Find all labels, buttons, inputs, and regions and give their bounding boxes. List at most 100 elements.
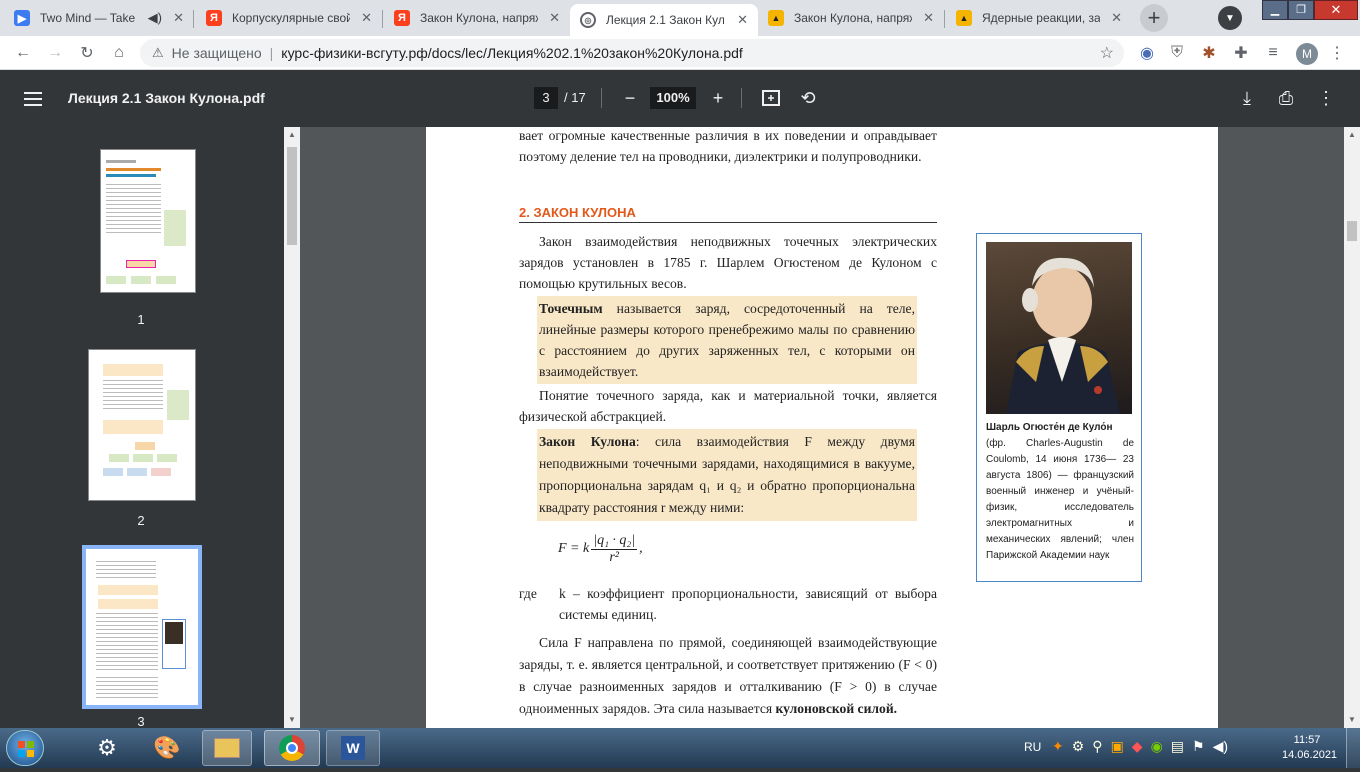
thumbnail-label: 1 <box>137 312 145 327</box>
pdf-page: вает огромные качественные различия в их… <box>426 127 1218 728</box>
close-icon[interactable]: ✕ <box>173 11 184 25</box>
section-heading: 2. ЗАКОН КУЛОНА <box>519 205 937 223</box>
print-icon[interactable]: ⎙ <box>1275 87 1297 109</box>
formula-lhs: F = k <box>558 541 590 556</box>
fit-page-icon[interactable] <box>760 87 782 109</box>
zoom-in-button[interactable]: + <box>708 87 728 109</box>
image-icon: ▲ <box>956 10 972 26</box>
sidebar-menu-icon[interactable] <box>22 88 44 110</box>
tray-usb-icon[interactable]: ⚲ <box>1092 738 1102 758</box>
tab-5[interactable]: ▲ Закон Кулона, напряж ✕ <box>758 0 944 36</box>
formula-tail: , <box>639 541 643 556</box>
tray-nvidia-icon[interactable]: ◉ <box>1151 738 1163 758</box>
extension-shield-icon[interactable]: ⛨ <box>1166 42 1188 64</box>
play-icon: ▶ <box>14 10 30 26</box>
tray-network-icon[interactable]: ▤ <box>1171 738 1184 758</box>
forward-icon[interactable]: → <box>44 42 66 64</box>
url-text[interactable]: курс-физики-всгуту.рф/docs/lec/Лекция%20… <box>281 45 743 61</box>
pdf-more-icon[interactable]: ⋮ <box>1315 87 1337 109</box>
paragraph-abstraction: Понятие точечного заряда, как и материал… <box>519 388 937 424</box>
language-indicator[interactable]: RU <box>1024 740 1041 754</box>
intro-paragraph: вает огромные качественные различия в их… <box>519 128 937 164</box>
tray-app-icon[interactable]: ✦ <box>1052 738 1064 758</box>
document-scrollbar[interactable]: ▲ ▼ <box>1344 127 1360 728</box>
tab-6[interactable]: ▲ Ядерные реакции, зак ✕ <box>946 0 1132 36</box>
definition-point-charge: Точечным называется заряд, сосредоточенн… <box>537 296 917 384</box>
chrome-icon[interactable] <box>264 730 320 766</box>
extensions-puzzle-icon[interactable]: ✚ <box>1230 42 1252 64</box>
tab-search-icon[interactable]: ▼ <box>1218 6 1242 30</box>
thumbnail-page-3-selected[interactable] <box>82 545 202 709</box>
where-text: k – коэффициент пропорциональности, зави… <box>559 586 937 622</box>
thumbnail-page-1[interactable] <box>100 149 196 293</box>
pdf-viewer[interactable]: вает огромные качественные различия в их… <box>300 127 1344 728</box>
window-controls: ▁ ❐ ✕ <box>1262 0 1358 22</box>
thumbnail-sidebar: 1 2 3 ▲ ▼ <box>0 127 300 729</box>
close-icon[interactable]: ✕ <box>361 11 372 25</box>
tab-title: Корпускулярные свой <box>232 11 350 25</box>
tray-shield-icon[interactable]: ◆ <box>1132 738 1143 758</box>
clock[interactable]: 11:57 14.06.2021 <box>1282 733 1338 763</box>
formula-numerator: |q₁ · q₂| <box>591 532 638 550</box>
clock-date: 14.06.2021 <box>1282 749 1338 761</box>
word-icon[interactable]: W <box>326 730 380 766</box>
back-icon[interactable]: ← <box>12 42 34 64</box>
show-desktop-button[interactable] <box>1346 728 1360 768</box>
minimize-button[interactable]: ▁ <box>1262 0 1288 20</box>
tab-4-active[interactable]: ◎ Лекция 2.1 Закон Кулс ✕ <box>570 4 758 36</box>
paragraph-central-force: Сила F направлена по прямой, соединяющей… <box>519 632 937 720</box>
tray-volume-icon[interactable]: ◀) <box>1213 738 1228 758</box>
where-label: где <box>519 586 537 601</box>
home-icon[interactable]: ⌂ <box>108 42 130 64</box>
bookmark-star-icon[interactable]: ☆ <box>1100 43 1114 63</box>
sidebar-scrollbar[interactable]: ▲ ▼ <box>284 127 300 728</box>
close-icon[interactable]: ✕ <box>737 13 748 27</box>
paint-icon[interactable]: 🎨 <box>142 730 192 766</box>
download-icon[interactable]: ⤓ <box>1236 87 1258 109</box>
pdf-toolbar: Лекция 2.1 Закон Кулона.pdf 3 / 17 − 100… <box>0 70 1360 127</box>
system-tray[interactable]: ✦ ⚙ ⚲ ▣ ◆ ◉ ▤ ⚑ ◀) <box>1052 738 1252 758</box>
close-icon[interactable]: ✕ <box>923 11 934 25</box>
security-label[interactable]: Не защищено <box>172 45 262 61</box>
extension-bug-icon[interactable]: ✱ <box>1198 42 1220 64</box>
close-window-button[interactable]: ✕ <box>1314 0 1358 20</box>
page-number-input[interactable]: 3 <box>534 87 558 109</box>
definition-term: Точечным <box>539 301 603 316</box>
zoom-input[interactable]: 100% <box>650 87 696 109</box>
tray-update-icon[interactable]: ▣ <box>1111 738 1124 758</box>
coulomb-portrait <box>986 242 1132 414</box>
tab-2[interactable]: Я Корпускулярные свой ✕ <box>196 0 382 36</box>
thumbnail-label: 3 <box>137 714 145 729</box>
tab-3[interactable]: Я Закон Кулона, напряж ✕ <box>384 0 570 36</box>
restore-button[interactable]: ❐ <box>1288 0 1314 20</box>
rotate-icon[interactable]: ⟲ <box>797 87 819 109</box>
tab-title: Закон Кулона, напряж <box>794 11 912 25</box>
warning-icon[interactable]: ⚠ <box>152 45 164 61</box>
close-icon[interactable]: ✕ <box>549 11 560 25</box>
new-tab-button[interactable]: + <box>1140 4 1168 32</box>
speaker-icon[interactable]: ◀) <box>148 11 162 25</box>
address-bar[interactable]: ⚠ Не защищено | курс-физики-всгуту.рф/do… <box>140 39 1124 67</box>
reload-icon[interactable]: ↻ <box>76 42 98 64</box>
tray-steam-icon[interactable]: ⚙ <box>1072 738 1085 758</box>
clock-time: 11:57 <box>1293 734 1321 746</box>
profile-avatar[interactable]: M <box>1296 43 1318 65</box>
portrait-sidebar: Шарль Огюсте́н де Куло́н (фр. Charles-Au… <box>976 233 1142 582</box>
tray-flag-icon[interactable]: ⚑ <box>1192 738 1205 758</box>
extension-owl-icon[interactable]: ◉ <box>1136 42 1158 64</box>
caption-name: Шарль Огюсте́н де Куло́н <box>986 422 1113 433</box>
explorer-icon[interactable] <box>202 730 252 766</box>
law-term: Закон Кулона <box>539 434 636 449</box>
browser-menu-icon[interactable]: ⋮ <box>1326 42 1348 64</box>
tab-1[interactable]: ▶ Two Mind — Take ◀) ✕ <box>4 0 194 36</box>
para3-bold: кулоновской силой. <box>775 701 898 716</box>
tab-title: Закон Кулона, напряж <box>420 11 538 25</box>
media-queue-icon[interactable]: ≡ <box>1262 42 1284 64</box>
page-total: / 17 <box>564 90 586 105</box>
steam-icon[interactable]: ⚙ <box>82 730 132 766</box>
thumbnail-page-2[interactable] <box>88 349 196 501</box>
zoom-out-button[interactable]: − <box>620 87 640 109</box>
close-icon[interactable]: ✕ <box>1111 11 1122 25</box>
start-button[interactable] <box>6 730 44 766</box>
tab-title: Лекция 2.1 Закон Кулс <box>606 13 724 27</box>
